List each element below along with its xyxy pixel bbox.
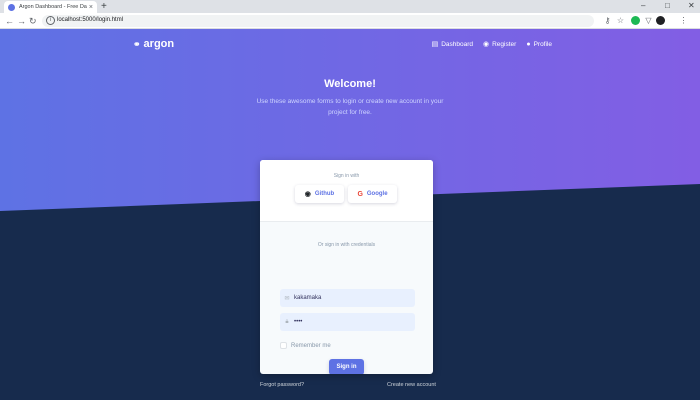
hero-lead: Use these awesome forms to login or crea… [256,98,444,116]
signin-with-label: Sign in with [333,173,360,179]
forward-icon[interactable]: → [17,14,26,28]
extension-icon[interactable] [631,16,640,25]
tab-title: Argon Dashboard - Free Dashb... [19,4,87,10]
email-value[interactable]: kakamaka [294,295,321,301]
tab-close-icon[interactable]: × [89,4,93,11]
credentials-label: Or sign in with credentials [317,242,376,248]
remember-checkbox[interactable] [280,342,287,349]
page: ⚭ argon ▤ Dashboard ◉ Register ● Profile… [0,29,700,400]
top-nav: ▤ Dashboard ◉ Register ● Profile [422,40,552,49]
url-text[interactable]: localhost:5000/login.html [57,17,123,23]
login-card: Sign in with ◉ Github G Google Or sign i… [260,160,433,374]
page-title: Welcome! [324,78,376,90]
new-tab-button[interactable]: + [101,0,107,13]
nav-register[interactable]: ◉ Register [483,40,517,49]
address-bar[interactable]: i localhost:5000/login.html [42,15,594,27]
remember-label[interactable]: Remember me [291,343,331,349]
nav-register-label: Register [492,40,517,48]
favicon-icon [8,3,15,11]
google-label: Google [366,191,388,197]
nav-profile-label: Profile [533,40,552,48]
back-icon[interactable]: ← [5,14,14,28]
browser-tabstrip: Argon Dashboard - Free Dashb... × + – □ … [0,0,700,13]
github-button[interactable]: ◉ Github [295,185,344,203]
github-label: Github [314,191,335,197]
dashboard-icon: ▤ [431,41,439,48]
sign-in-button[interactable]: Sign in [329,359,364,374]
password-field[interactable]: 🔒︎ •••• [280,313,415,331]
google-icon: G [357,190,363,198]
argon-logo-icon: ⚭ [133,38,141,49]
browser-tab[interactable]: Argon Dashboard - Free Dashb... × [4,1,97,13]
email-field[interactable]: ✉ kakamaka [280,289,415,307]
avatar-icon[interactable] [656,16,665,25]
key-icon[interactable]: ⚷ [603,16,612,25]
forgot-password-link[interactable]: Forgot password? [260,382,304,388]
register-icon: ◉ [483,41,490,48]
site-info-icon[interactable]: i [46,16,55,25]
brand-logo[interactable]: ⚭ argon [133,38,174,50]
github-icon: ◉ [304,191,311,198]
star-icon[interactable]: ☆ [616,16,625,25]
nav-profile[interactable]: ● Profile [526,40,552,48]
close-window-button[interactable]: ✕ [688,0,695,12]
brand-name: argon [143,38,175,50]
lock-icon: 🔒︎ [285,318,289,325]
password-value[interactable]: •••• [294,319,302,325]
card-header: Sign in with ◉ Github G Google [260,160,433,222]
maximize-button[interactable]: □ [665,0,670,12]
email-icon: ✉ [284,295,290,302]
remember-me[interactable]: Remember me [280,342,331,349]
profile-icon: ● [526,40,531,48]
reload-icon[interactable]: ↻ [29,14,37,28]
more-icon[interactable]: ⋮ [679,16,688,25]
nav-dashboard[interactable]: ▤ Dashboard [431,40,473,49]
minimize-button[interactable]: – [641,0,645,12]
filter-icon[interactable]: ▽ [644,16,653,25]
nav-dashboard-label: Dashboard [441,40,473,48]
create-account-link[interactable]: Create new account [387,382,436,388]
google-button[interactable]: G Google [348,185,397,203]
browser-toolbar: ← → ↻ i localhost:5000/login.html ⚷ ☆ ▽ … [0,13,700,29]
